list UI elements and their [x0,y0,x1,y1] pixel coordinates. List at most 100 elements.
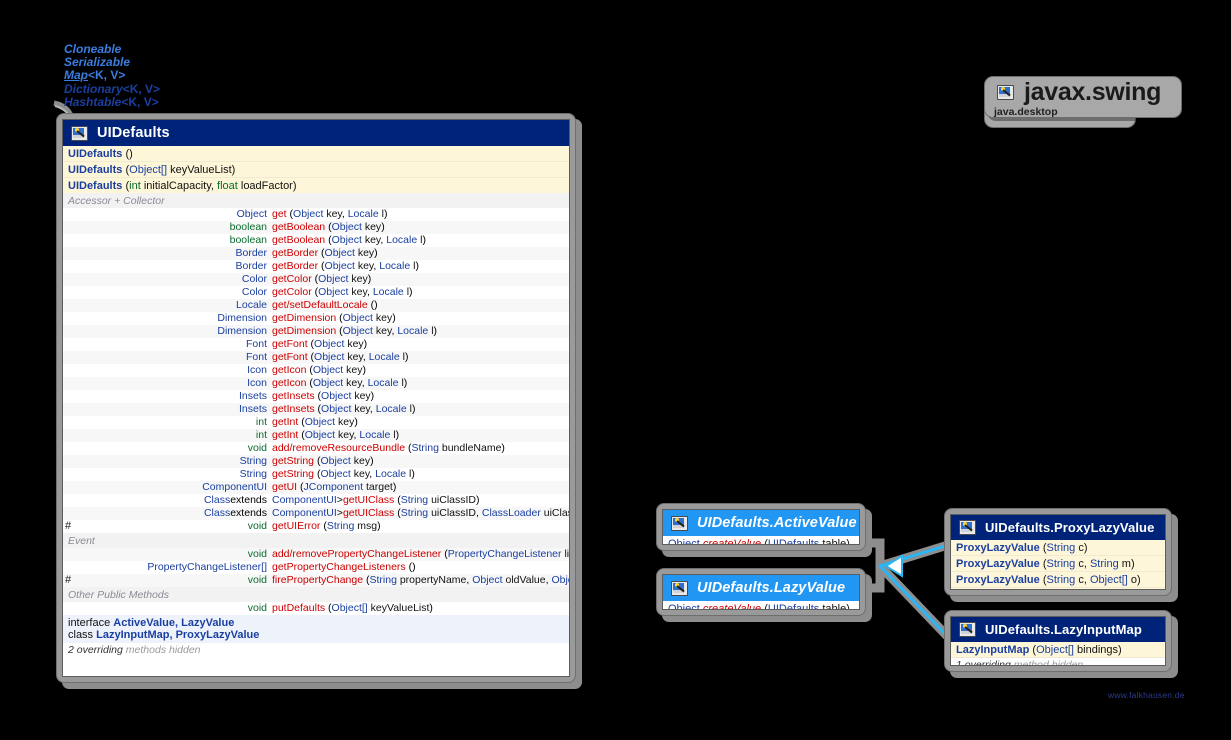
method-signature: getString (Object key, Locale l) [272,468,569,481]
superclass-name: Dictionary [64,81,123,96]
class-icon [997,85,1014,100]
method-params: (String bundleName) [408,442,505,454]
method-signature: getBorder (Object key) [272,247,569,260]
visibility-marker [63,403,77,416]
method-params: (Object key) [317,390,375,402]
method-params: (String uiClassID) [397,494,480,506]
constructor-name: LazyInputMap [956,643,1030,656]
box-inner: UIDefaults.LazyInputMap LazyInputMap (Ob… [950,616,1166,666]
method-row: String getString (Object key) [63,455,569,468]
method-row: Color getColor (Object key, Locale l) [63,286,569,299]
method-name: createValue [702,538,762,545]
method-params: (Object key) [316,455,374,467]
class-box-proxylazyvalue[interactable]: UIDefaults.ProxyLazyValue ProxyLazyValue… [944,508,1178,602]
return-type: Insets [238,403,267,415]
method-row: Dimension getDimension (Object key, Local… [63,325,569,338]
interface-title: UIDefaults.ActiveValue [697,515,857,531]
nested-keyword: class [68,629,94,641]
method-name: getBorder [272,247,319,259]
class-icon [959,622,976,637]
superclass-generic: <K, V> [121,94,159,109]
constructor-row: ProxyLazyValue (String c, String m, Obje… [951,588,1165,591]
return-type: Insets [238,390,267,402]
method-signature: putDefaults (Object[] keyValueList) [272,602,569,615]
method-signature: getColor (Object key, Locale l) [272,286,569,299]
hidden-methods-note: 1 overriding method hidden [951,658,1165,665]
class-title: UIDefaults [97,125,170,141]
method-name: getString [272,455,315,467]
class-icon [671,515,688,531]
class-title: UIDefaults.ProxyLazyValue [985,520,1155,535]
section-label: Event [63,533,569,548]
method-row: ComponentUI getUI (JComponent target) [63,481,569,494]
visibility-marker [63,221,77,234]
package-badge[interactable]: javax.swing java.desktop [984,76,1182,128]
method-name: get/setDefaultLocale [272,299,368,311]
method-name: add/removeResourceBundle [272,442,406,454]
method-signature: getIcon (Object key) [272,364,569,377]
class-box-lazyinputmap[interactable]: UIDefaults.LazyInputMap LazyInputMap (Ob… [944,610,1178,678]
method-row: boolean getBoolean (Object key) [63,221,569,234]
box-inner: UIDefaults.ProxyLazyValue ProxyLazyValue… [950,514,1166,590]
superclass-item[interactable]: Hashtable<K, V> [64,94,160,109]
class-header: UIDefaults [63,120,569,146]
return-type: Font [245,351,267,363]
visibility-marker [63,312,77,325]
method-signature: getInsets (Object key) [272,390,569,403]
method-signature: getUIError (String msg) [272,520,569,533]
method-params: (Object key, Locale l) [321,260,419,272]
method-signature: getColor (Object key) [272,273,569,286]
constructor-name: ProxyLazyValue [956,573,1040,586]
method-params: (Object key, Locale l) [301,429,400,441]
method-signature: getFont (Object key, Locale l) [272,351,569,364]
method-name: getFont [272,351,308,363]
nested-types-row: class LazyInputMap, ProxyLazyValue [68,629,564,641]
constructor-name: ProxyLazyValue [956,590,1040,591]
constructor-row: ProxyLazyValue (String c, String m) [951,556,1165,572]
method-name: getUIClass [342,494,395,506]
hidden-text: methods hidden [125,644,201,656]
method-row: Font getFont (Object key, Locale l) [63,351,569,364]
visibility-marker [63,247,77,260]
interface-box-activevalue[interactable]: UIDefaults.ActiveValue Object createValu… [656,503,872,557]
constructor-params: (Object[] keyValueList) [125,163,236,176]
method-signature: getDimension (Object key) [272,312,569,325]
method-row: # void getUIError (String msg) [63,520,569,533]
constructor-list: UIDefaults () UIDefaults (Object[] keyVa… [63,146,569,193]
visibility-marker [63,208,77,221]
method-params: (Object key) [321,247,378,259]
package-name: javax.swing [1024,78,1162,106]
class-box-uidefaults[interactable]: UIDefaults UIDefaults () UIDefaults (Obj… [56,113,582,689]
method-signature: getInsets (Object key, Locale l) [272,403,569,416]
method-name: firePropertyChange [272,574,364,586]
method-name: getDimension [272,325,337,337]
interface-box-lazyvalue[interactable]: UIDefaults.LazyValue Object createValue … [656,568,872,622]
method-row: Border getBorder (Object key) [63,247,569,260]
visibility-marker [63,364,77,377]
hidden-methods-note: 2 overriding methods hidden [63,643,569,658]
return-type: int [255,416,267,428]
hidden-count: 2 overriding [68,644,123,656]
superclass-name: Serializable [64,55,131,70]
constructor-name: ProxyLazyValue [956,557,1040,570]
method-params: (Object key, Locale l) [328,234,426,246]
method-params: (Object key) [301,416,358,428]
method-name: getBoolean [272,221,326,233]
method-row: Border getBorder (Object key, Locale l) [63,260,569,273]
visibility-marker [63,481,77,494]
return-type: Border [235,247,267,259]
method-row: Font getFont (Object key) [63,338,569,351]
class-title: UIDefaults.LazyInputMap [985,622,1142,637]
method-params: (String uiClassID, ClassLoader uiClassLo… [397,507,569,519]
constructor-params: (int initialCapacity, float loadFactor) [125,179,297,192]
return-type: Icon [247,377,267,389]
method-signature: getPropertyChangeListeners () [272,561,569,574]
visibility-marker [63,507,77,520]
method-name: getColor [272,273,312,285]
return-type: Dimension [217,325,267,337]
method-row: # void firePropertyChange (String property… [63,574,569,587]
nested-names: LazyInputMap, ProxyLazyValue [96,629,260,641]
method-row: Insets getInsets (Object key) [63,390,569,403]
interface-title: UIDefaults.LazyValue [697,580,846,596]
method-row: Dimension getDimension (Object key) [63,312,569,325]
